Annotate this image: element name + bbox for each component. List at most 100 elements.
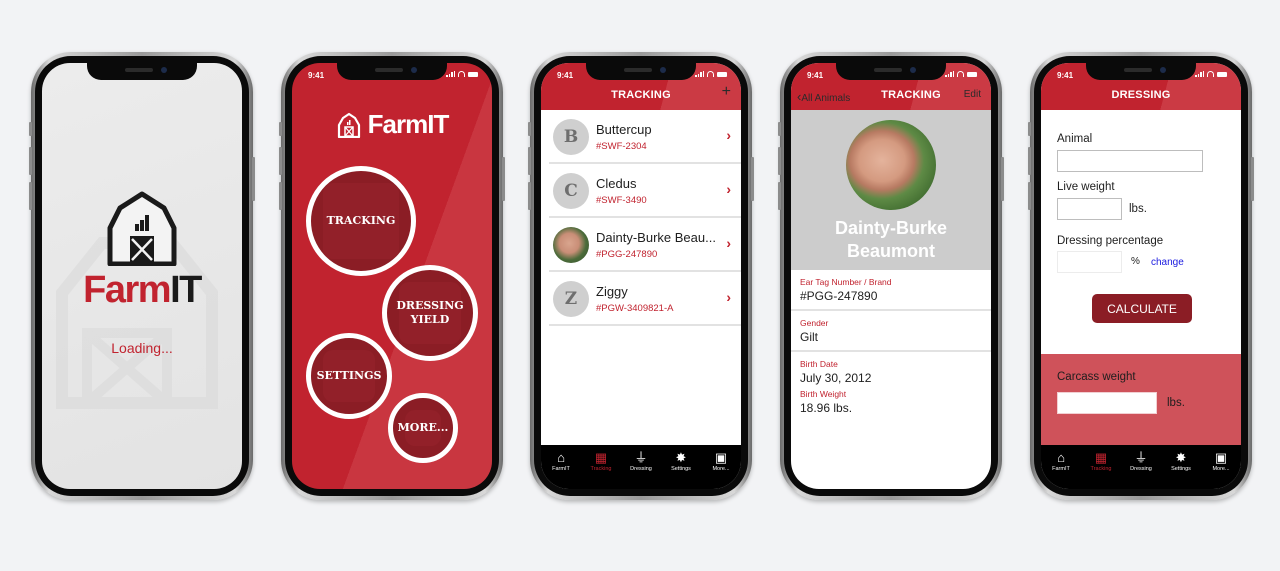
- tab-farmit[interactable]: ⌂ FarmIT: [1043, 451, 1079, 489]
- animal-name: Dainty-Burke Beau...: [596, 230, 716, 245]
- live-weight-input[interactable]: [1057, 198, 1122, 220]
- farmit-wordmark: FarmIT: [367, 109, 450, 140]
- calculate-button[interactable]: CALCULATE: [1092, 294, 1192, 323]
- screen: FarmIT Loading...: [42, 63, 242, 489]
- field-label: Ear Tag Number / Brand: [800, 277, 892, 287]
- volume-down-button: [279, 182, 282, 210]
- field-label: Birth Date: [800, 359, 838, 369]
- animal-name: Cledus: [596, 176, 637, 191]
- barn-icon: ⌂: [557, 450, 565, 465]
- dressing-yield-button[interactable]: DRESSING YIELD: [382, 265, 478, 361]
- volume-up-button: [279, 147, 282, 175]
- animal-list-item[interactable]: Z Ziggy #PGW-3409821-A ›: [549, 272, 741, 326]
- tab-more[interactable]: ▣ More...: [703, 451, 739, 489]
- settings-button-label: SETTINGS: [316, 369, 382, 383]
- field-label: Gender: [800, 318, 829, 328]
- tab-dressing[interactable]: ⏚ Dressing: [623, 451, 659, 489]
- power-button: [751, 157, 754, 201]
- screen: TRACKING + 9:41 B Buttercup #SWF-2304 ›: [541, 63, 741, 489]
- grid-icon: ▣: [1214, 450, 1228, 465]
- animal-photo: [846, 120, 936, 210]
- mute-switch: [1028, 122, 1031, 136]
- wifi-icon: [458, 71, 465, 77]
- tab-settings[interactable]: ✸ Settings: [663, 451, 699, 489]
- battery-icon: [717, 71, 727, 77]
- tab-farmit[interactable]: ⌂ FarmIT: [543, 451, 579, 489]
- status-time: 9:41: [1057, 71, 1074, 80]
- tab-tracking[interactable]: ▦ Tracking: [1083, 451, 1119, 489]
- field-gender: Gender Gilt: [791, 311, 991, 352]
- field-value: Gilt: [800, 330, 818, 344]
- more-button-label: MORE...: [397, 421, 449, 435]
- notepad-icon: ▦: [594, 450, 608, 465]
- tab-label: FarmIT: [1052, 466, 1070, 472]
- more-button[interactable]: MORE...: [388, 393, 458, 463]
- loading-text: Loading...: [111, 340, 173, 356]
- volume-down-button: [29, 182, 32, 210]
- tracking-button[interactable]: TRACKING: [306, 166, 416, 276]
- carcass-weight-output: [1057, 392, 1157, 414]
- live-weight-unit: lbs.: [1129, 203, 1147, 215]
- animal-list-item[interactable]: C Cledus #SWF-3490 ›: [549, 164, 741, 218]
- tab-bar: ⌂ FarmIT ▦ Tracking ⏚ Dressing ✸ Settings ▣ M…: [541, 445, 741, 489]
- battery-icon: [967, 71, 977, 77]
- avatar: B: [553, 119, 589, 155]
- tab-more[interactable]: ▣ More...: [1203, 451, 1239, 489]
- bezel: FarmIT Loading...: [35, 56, 249, 496]
- signal-icon: [1195, 71, 1204, 77]
- edit-button[interactable]: Edit: [964, 89, 981, 100]
- change-percentage-link[interactable]: change: [1151, 257, 1184, 268]
- wifi-icon: [707, 71, 714, 77]
- tab-label: FarmIT: [552, 466, 570, 472]
- field-ear-tag: Ear Tag Number / Brand #PGG-247890: [791, 270, 991, 311]
- tab-settings[interactable]: ✸ Settings: [1163, 451, 1199, 489]
- grid-icon: ▣: [714, 450, 728, 465]
- battery-icon: [468, 71, 478, 77]
- signal-icon: [446, 71, 455, 77]
- volume-down-button: [778, 182, 781, 210]
- avatar: Z: [553, 281, 589, 317]
- bezel: DRESSING 9:41 Animal Live weight lbs. Dr…: [1034, 56, 1248, 496]
- mute-switch: [778, 122, 781, 136]
- phone-dressing: DRESSING 9:41 Animal Live weight lbs. Dr…: [1028, 52, 1254, 500]
- status-time: 9:41: [308, 71, 325, 80]
- battery-icon: [1217, 71, 1227, 77]
- dressing-form: Animal Live weight lbs. Dressing percent…: [1041, 110, 1241, 354]
- farmit-wordmark: FarmIT: [42, 271, 242, 309]
- dressing-percentage-label: Dressing percentage: [1057, 235, 1164, 247]
- status-time: 9:41: [557, 71, 574, 80]
- wordmark-it: IT: [170, 269, 202, 311]
- phone-tracking-list: TRACKING + 9:41 B Buttercup #SWF-2304 ›: [528, 52, 754, 500]
- live-weight-label: Live weight: [1057, 181, 1115, 193]
- add-animal-button[interactable]: +: [722, 83, 731, 101]
- field-value: #PGG-247890: [800, 289, 878, 303]
- carcass-weight-label: Carcass weight: [1057, 371, 1136, 383]
- field-birth-weight: Birth Weight 18.96 lbs.: [791, 387, 991, 417]
- screen: ‹All Animals TRACKING Edit 9:41 Dainty-B…: [791, 63, 991, 489]
- tab-tracking[interactable]: ▦ Tracking: [583, 451, 619, 489]
- barn-icon: [337, 112, 360, 138]
- wordmark-farm: Farm: [367, 109, 429, 139]
- animal-list-item[interactable]: Dainty-Burke Beau... #PGG-247890 ›: [549, 218, 741, 272]
- wifi-icon: [957, 71, 964, 77]
- notch: [337, 63, 447, 80]
- bezel: 9:41 FarmIT TRACKING DRESSING YIELD SETT…: [285, 56, 499, 496]
- mute-switch: [279, 122, 282, 136]
- mute-switch: [528, 122, 531, 136]
- home-logo: FarmIT: [292, 109, 492, 140]
- avatar: C: [553, 173, 589, 209]
- settings-button[interactable]: SETTINGS: [306, 333, 392, 419]
- field-value: July 30, 2012: [800, 371, 872, 385]
- tab-dressing[interactable]: ⏚ Dressing: [1123, 451, 1159, 489]
- volume-up-button: [1028, 147, 1031, 175]
- scale-icon: ⏚: [1134, 450, 1148, 465]
- tab-label: Dressing: [1130, 466, 1152, 472]
- notch: [1086, 63, 1196, 80]
- animal-list-item[interactable]: B Buttercup #SWF-2304 ›: [549, 110, 741, 164]
- dressing-yield-button-label: DRESSING YIELD: [396, 299, 464, 326]
- dressing-percentage-input[interactable]: [1057, 251, 1122, 273]
- animal-input[interactable]: [1057, 150, 1203, 172]
- splash-logo: FarmIT: [42, 188, 242, 309]
- animal-name: Buttercup: [596, 122, 652, 137]
- chevron-right-icon: ›: [726, 235, 731, 251]
